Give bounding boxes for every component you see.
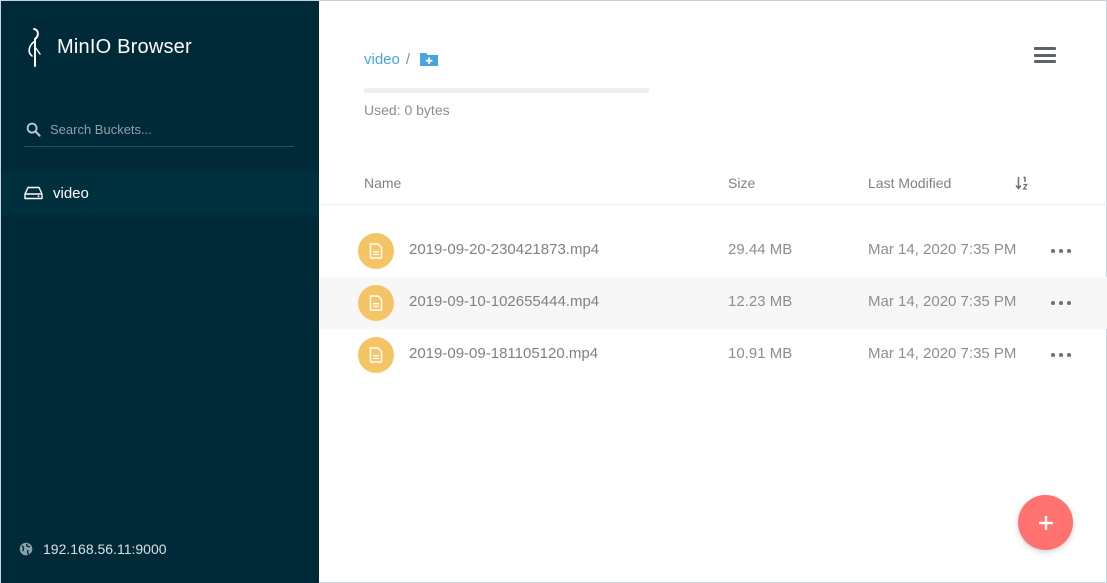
file-icon [358,337,394,373]
file-modified: Mar 14, 2020 7:35 PM [868,241,1017,258]
search-icon [26,122,41,137]
breadcrumb: video / [364,48,439,70]
globe-icon [19,542,33,556]
file-icon [358,285,394,321]
bucket-label: video [53,184,89,202]
table-row[interactable]: 2019-09-20-230421873.mp4 29.44 MB Mar 14… [319,225,1107,277]
sort-icon [1015,176,1028,190]
breadcrumb-separator: / [405,50,411,68]
add-folder-button[interactable] [416,51,439,67]
sort-button[interactable] [1015,175,1029,194]
file-name[interactable]: 2019-09-10-102655444.mp4 [409,293,599,310]
column-header-last-modified[interactable]: Last Modified [868,175,951,191]
more-actions-icon[interactable] [1051,297,1071,309]
file-size: 12.23 MB [728,293,793,310]
column-header-size[interactable]: Size [728,175,755,191]
add-button[interactable] [1018,495,1073,550]
file-modified: Mar 14, 2020 7:35 PM [868,293,1017,310]
hamburger-menu-icon[interactable] [1033,45,1057,65]
file-modified: Mar 14, 2020 7:35 PM [868,345,1017,362]
table-row[interactable]: 2019-09-09-181105120.mp4 10.91 MB Mar 14… [319,329,1107,381]
file-size: 10.91 MB [728,345,793,362]
plus-icon [1038,515,1053,530]
bucket-drive-icon [24,186,43,200]
table-header: Name Size Last Modified [319,165,1107,205]
folder-plus-icon [420,53,439,66]
file-list: 2019-09-20-230421873.mp4 29.44 MB Mar 14… [319,225,1107,381]
host-text: 192.168.56.11:9000 [43,541,167,557]
breadcrumb-bucket-link[interactable]: video [364,51,400,68]
file-size: 29.44 MB [728,241,793,258]
object-browser: video / Used: 0 bytes Name Size Last Mod… [319,1,1107,583]
app-title: MinIO Browser [57,35,192,58]
more-actions-icon[interactable] [1051,245,1071,257]
column-header-name[interactable]: Name [364,175,401,191]
storage-used-text: Used: 0 bytes [364,102,450,118]
table-row[interactable]: 2019-09-10-102655444.mp4 12.23 MB Mar 14… [319,277,1107,329]
bucket-search [24,113,294,147]
search-buckets-input[interactable] [50,122,280,137]
minio-heron-icon [28,28,41,67]
sidebar: MinIO Browser video 192.168.56.11:9000 [1,1,319,583]
more-actions-icon[interactable] [1051,349,1071,361]
file-icon [358,233,394,269]
file-name[interactable]: 2019-09-20-230421873.mp4 [409,241,599,258]
host-address: 192.168.56.11:9000 [19,539,167,559]
file-name[interactable]: 2019-09-09-181105120.mp4 [409,345,598,362]
app-logo[interactable]: MinIO Browser [23,27,192,67]
sidebar-item-video[interactable]: video [1,171,319,215]
storage-usage-bar [364,88,649,93]
